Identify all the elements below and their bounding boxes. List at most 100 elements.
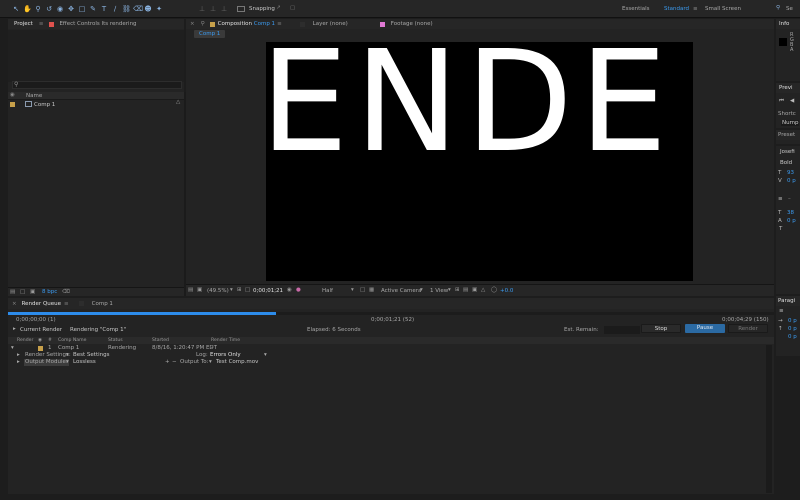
remove-output-module-icon[interactable]: −	[172, 359, 177, 366]
zoom-dropdown-icon[interactable]: ▾	[230, 287, 233, 293]
prev-frame-icon[interactable]: ◀	[790, 98, 794, 104]
column-render-time[interactable]: Render Time	[211, 337, 240, 344]
monitor-icon[interactable]: ▣	[197, 287, 202, 293]
region-of-interest-icon[interactable]: □	[360, 287, 365, 293]
always-preview-icon[interactable]: ▤	[188, 287, 193, 293]
render-queue-scrollbar[interactable]	[766, 345, 772, 493]
resolution-select[interactable]: Half	[322, 288, 333, 294]
indent-left-value[interactable]: 0 p	[788, 318, 797, 324]
rectangle-tool-icon[interactable]: □	[78, 5, 86, 13]
exposure-value[interactable]: +0.0	[500, 288, 513, 294]
queue-item-row[interactable]: ▾ 1 Comp 1 Rendering 8/8/16, 1:20:47 PM …	[8, 345, 774, 352]
channel-icon[interactable]: ●	[296, 287, 301, 293]
search-help-icon[interactable]: ⚲	[776, 5, 780, 11]
tab-composition[interactable]: Composition Comp 1	[215, 19, 277, 29]
baseline-value[interactable]: 0 p	[787, 218, 796, 224]
snapshot-icon[interactable]: ◉	[287, 287, 292, 293]
queue-item-disclosure-icon[interactable]: ▾	[11, 345, 14, 352]
type-tool-icon[interactable]: T	[100, 5, 108, 13]
brush-tool-icon[interactable]: ∕	[111, 5, 119, 13]
stop-button[interactable]: Stop	[641, 324, 681, 333]
output-to-value[interactable]: Test Comp.mov	[216, 359, 258, 366]
tab-effect-controls[interactable]: Effect Controls Its rendering	[57, 19, 142, 29]
font-family-select[interactable]: Josefi	[780, 149, 795, 155]
kerning-value[interactable]: 0 p	[787, 178, 796, 184]
column-name-header[interactable]: Name	[26, 93, 42, 99]
render-button[interactable]: Render	[728, 324, 768, 333]
comp-breadcrumb-pill[interactable]: Comp 1	[194, 30, 226, 38]
vertical-scale-value[interactable]: 38	[787, 210, 794, 216]
flowchart-view-icon[interactable]: △	[481, 287, 485, 293]
tab-effects-presets[interactable]: Preset	[776, 130, 797, 140]
workspace-menu-icon[interactable]: ≡	[693, 6, 698, 12]
current-timecode[interactable]: 0;00;01;21	[253, 288, 283, 294]
render-settings-value[interactable]: Best Settings	[73, 352, 110, 359]
pan-behind-tool-icon[interactable]: ✥	[67, 5, 75, 13]
project-search-input[interactable]: ⚲	[12, 81, 182, 89]
pause-button[interactable]: Pause	[685, 324, 725, 333]
world-axis-icon[interactable]: ⊥	[209, 5, 217, 13]
font-style-select[interactable]: Bold	[780, 160, 792, 166]
tab-project[interactable]: Project	[8, 19, 39, 29]
output-module-dropdown-icon[interactable]: ▾	[66, 359, 69, 366]
column-number[interactable]: #	[48, 337, 52, 344]
roto-brush-tool-icon[interactable]: ☻	[144, 5, 152, 13]
log-dropdown-icon[interactable]: ▾	[264, 352, 267, 359]
render-settings-dropdown-icon[interactable]: ▾	[66, 352, 69, 359]
puppet-tool-icon[interactable]: ✦	[155, 5, 163, 13]
output-module-value[interactable]: Lossless	[73, 359, 96, 366]
eraser-tool-icon[interactable]: ⌫	[133, 5, 143, 13]
clone-stamp-tool-icon[interactable]: ⛓	[122, 5, 131, 13]
snapping-extra-icon[interactable]: ▢	[290, 5, 295, 11]
tab-preview[interactable]: Previ	[776, 83, 796, 93]
panel-menu-icon[interactable]: ≡	[39, 21, 44, 27]
current-render-disclosure-icon[interactable]: ▸	[13, 326, 16, 332]
snapping-checkbox[interactable]	[237, 6, 245, 12]
column-status[interactable]: Status	[108, 337, 123, 344]
camera-dropdown-icon[interactable]: ▾	[420, 287, 423, 293]
tab-info[interactable]: Info	[776, 19, 792, 29]
flowchart-icon[interactable]: △	[176, 99, 180, 105]
column-number-icon[interactable]: ◉	[38, 337, 42, 344]
log-select[interactable]: Errors Only	[210, 352, 241, 359]
camera-select[interactable]: Active Camera	[381, 288, 421, 294]
camera-tool-icon[interactable]: ◉	[56, 5, 64, 13]
composition-canvas[interactable]: ENDE	[266, 42, 693, 281]
hand-tool-icon[interactable]: ✋	[23, 5, 32, 13]
zoom-level[interactable]: (49.5%)	[207, 288, 229, 294]
close-tab-icon[interactable]: ×	[190, 21, 195, 27]
snapping-options-icon[interactable]: ↗	[276, 5, 281, 11]
space-before-value[interactable]: 0 p	[788, 326, 797, 332]
output-module-disclosure-icon[interactable]: ▸	[17, 359, 20, 366]
column-started[interactable]: Started	[152, 337, 169, 344]
new-comp-icon[interactable]: ▣	[30, 289, 35, 295]
shortcut-select[interactable]: Nump	[781, 120, 800, 126]
rotate-tool-icon[interactable]: ↺	[45, 5, 53, 13]
reset-exposure-icon[interactable]: ◯	[491, 287, 497, 293]
timeline-icon[interactable]: ▣	[472, 287, 477, 293]
views-select[interactable]: 1 View	[430, 288, 448, 294]
label-column-icon[interactable]: ◉	[10, 92, 15, 98]
search-help-label[interactable]: Se	[786, 6, 793, 12]
font-size-value[interactable]: 93	[787, 170, 794, 176]
tab-render-queue[interactable]: Render Queue	[17, 299, 64, 309]
mask-visibility-icon[interactable]: □	[245, 287, 250, 293]
space-after-value[interactable]: 0 p	[788, 334, 797, 340]
selection-tool-icon[interactable]: ↖	[12, 5, 20, 13]
new-folder-icon[interactable]: □	[20, 289, 25, 295]
first-frame-icon[interactable]: ⏮	[779, 98, 784, 105]
interpret-footage-icon[interactable]: ▤	[10, 289, 15, 295]
bpc-label[interactable]: 8 bpc	[42, 289, 57, 295]
workspace-essentials[interactable]: Essentials	[622, 6, 650, 12]
tab-comp-timeline[interactable]: Comp 1	[86, 299, 119, 309]
grid-icon[interactable]: ⊞	[237, 287, 242, 293]
output-to-dropdown-icon[interactable]: ▾	[209, 359, 212, 366]
workspace-small-screen[interactable]: Small Screen	[705, 6, 741, 12]
local-axis-icon[interactable]: ⊥	[198, 5, 206, 13]
column-render[interactable]: Render	[17, 337, 33, 344]
tab-paragraph[interactable]: Paragi	[776, 296, 797, 306]
add-output-module-icon[interactable]: +	[165, 359, 170, 366]
project-item-row[interactable]: Comp 1	[8, 101, 184, 109]
column-comp-name[interactable]: Comp Name	[58, 337, 86, 344]
workspace-standard[interactable]: Standard	[664, 6, 689, 12]
